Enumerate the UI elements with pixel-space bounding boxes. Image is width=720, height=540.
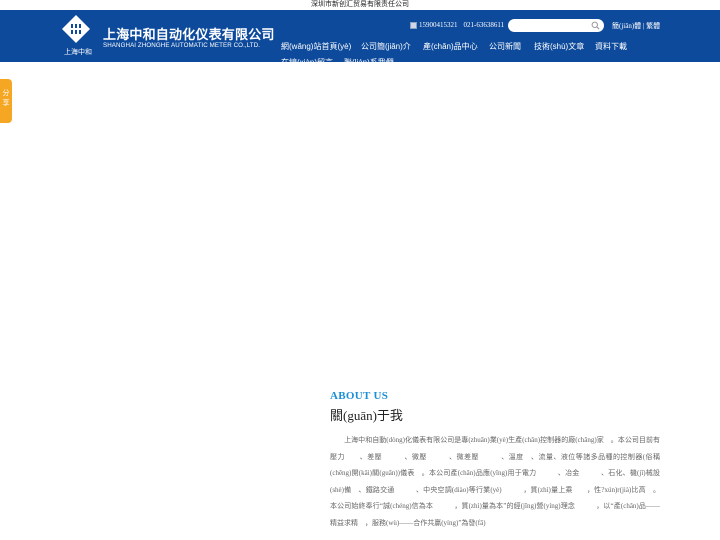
nav-item-contact[interactable]: 聯(lián)系我們 (344, 58, 394, 68)
phone-mobile: 15900415321 (419, 21, 458, 29)
lang-traditional-link[interactable]: 繁體 (646, 22, 660, 30)
top-company-bar: 深圳市新创汇贸易有限责任公司 (0, 0, 720, 10)
search-box (508, 19, 604, 32)
share-label: 分享 (2, 90, 10, 107)
lang-simplified-link[interactable]: 簡(jiǎn)體 (612, 22, 641, 30)
about-title-en: ABOUT US (330, 390, 389, 402)
nav-item-articles[interactable]: 技術(shù)文章 (534, 42, 584, 52)
about-description: 上海中和自動(dòng)化儀表有限公司是專(zhuān)業(yè)生產(chǎn… (330, 436, 660, 527)
company-name-en: SHANGHAI ZHONGHE AUTOMATIC METER CO.,LTD… (103, 42, 261, 49)
nav-item-products[interactable]: 產(chǎn)品中心 (423, 42, 478, 52)
language-switch: 簡(jiǎn)體 | 繁體 (612, 21, 660, 31)
nav-item-message[interactable]: 在線(xiàn)留言 (281, 58, 333, 68)
top-company-name: 深圳市新创汇贸易有限责任公司 (311, 1, 409, 8)
search-input[interactable] (514, 20, 594, 31)
phone-icon (410, 21, 417, 29)
company-name-cn: 上海中和自动化仪表有限公司 (103, 28, 275, 43)
contact-phones: 15900415321 021-63638611 (410, 21, 504, 29)
main-nav: 網(wǎng)站首頁(yè) 公司簡(jiǎn)介 產(chǎn)品中心 公司新… (281, 41, 641, 72)
logo-icon[interactable] (62, 15, 90, 43)
site-header: 上海中和 上海中和自动化仪表有限公司 SHANGHAI ZHONGHE AUTO… (0, 10, 720, 67)
logo-caption: 上海中和 (64, 49, 92, 56)
nav-item-downloads[interactable]: 資料下載 (595, 42, 627, 52)
about-title-cn: 關(guān)于我 (330, 408, 403, 423)
nav-item-home[interactable]: 網(wǎng)站首頁(yè) (281, 42, 351, 52)
nav-item-news[interactable]: 公司新聞 (489, 42, 521, 52)
phone-landline: 021-63638611 (463, 21, 505, 29)
nav-item-about[interactable]: 公司簡(jiǎn)介 (361, 42, 411, 52)
search-icon[interactable] (591, 21, 600, 30)
share-button[interactable]: 分享 (0, 79, 12, 123)
